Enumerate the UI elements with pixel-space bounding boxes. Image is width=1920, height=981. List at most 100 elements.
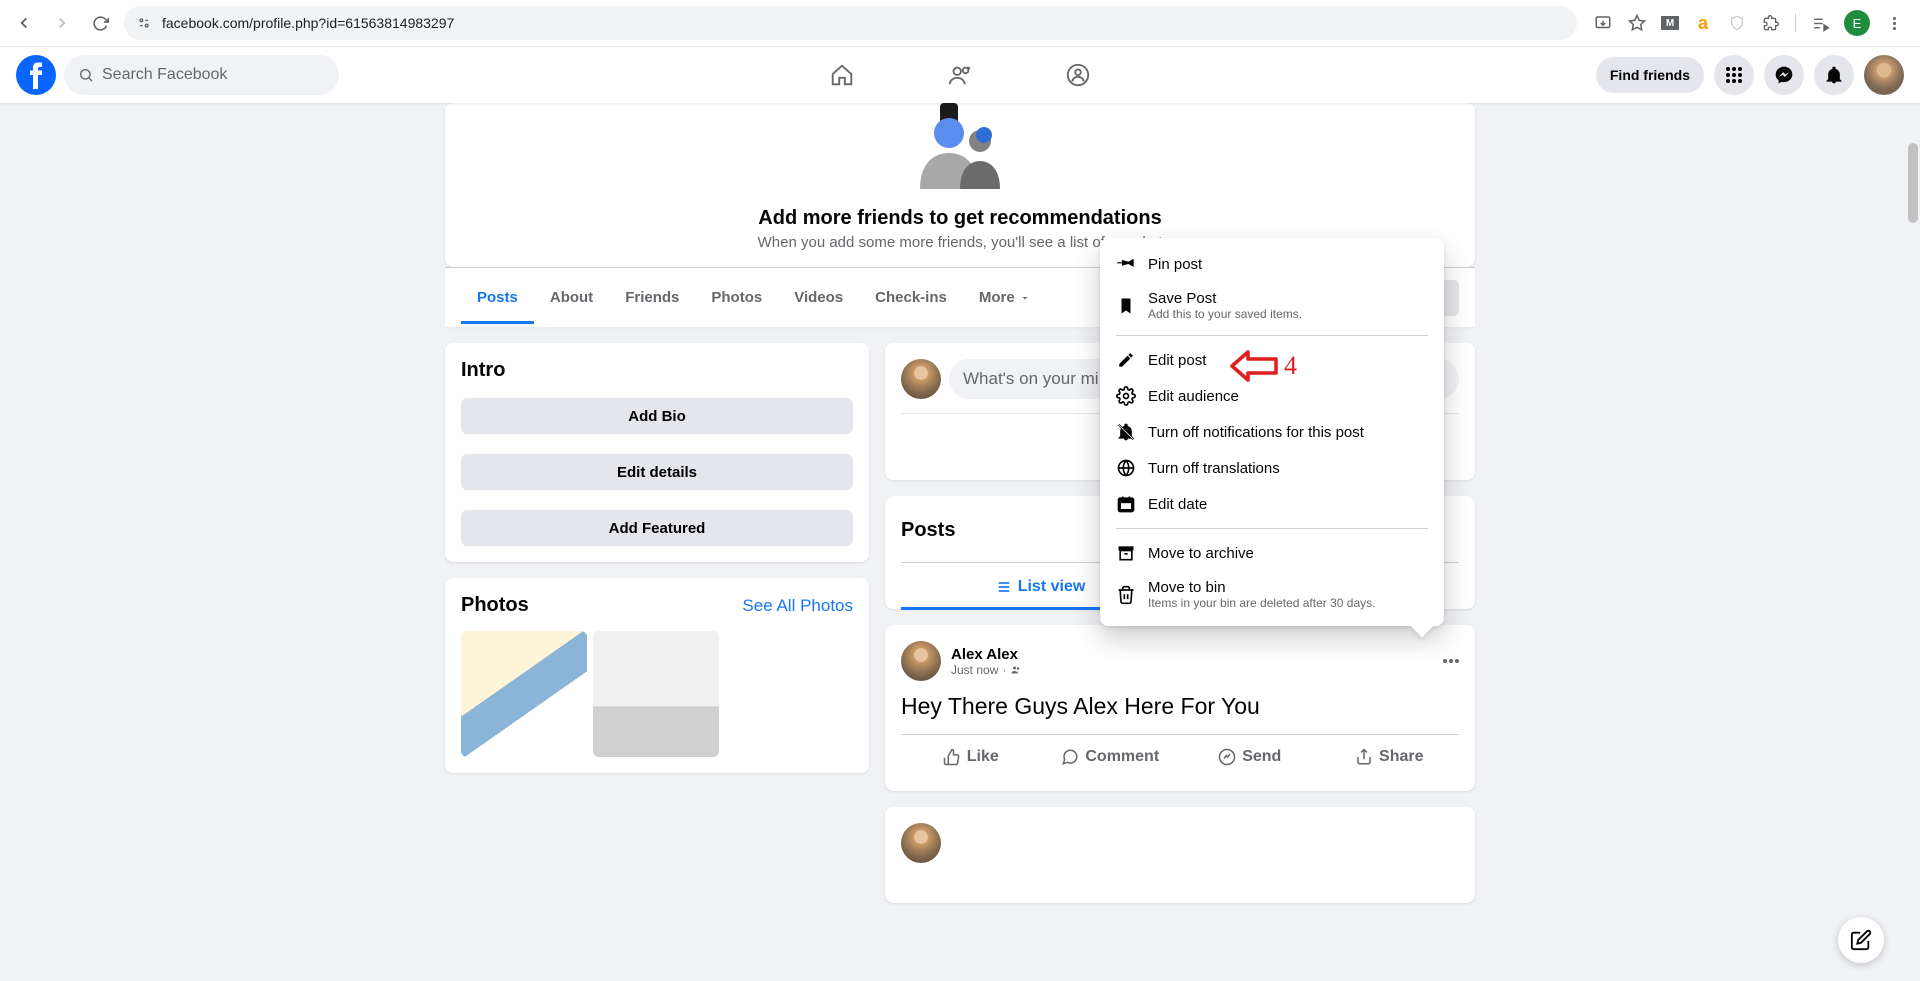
site-settings-icon[interactable] [136,15,152,31]
notifications-button[interactable] [1814,55,1854,95]
scrollbar-thumb[interactable] [1908,143,1918,223]
tab-checkins[interactable]: Check-ins [859,271,963,324]
address-bar[interactable]: facebook.com/profile.php?id=615638149832… [124,6,1577,40]
post-author[interactable]: Alex Alex [951,646,1022,663]
install-pwa-icon[interactable] [1593,13,1613,33]
menu-edit-audience[interactable]: Edit audience [1108,378,1436,414]
chrome-profile[interactable]: E [1844,10,1870,36]
post-context-menu: Pin post Save PostAdd this to your saved… [1100,238,1444,626]
post-body: Hey There Guys Alex Here For You [901,693,1459,720]
add-featured-button[interactable]: Add Featured [461,510,853,546]
intro-card: Intro Add Bio Edit details Add Featured [445,343,869,562]
compose-fab[interactable] [1838,917,1884,963]
bookmark-star-icon[interactable] [1627,13,1647,33]
share-icon [1355,748,1373,766]
menu-turn-off-notifications[interactable]: Turn off notifications for this post [1108,414,1436,450]
shield-ext-icon[interactable] [1727,13,1747,33]
find-friends-button[interactable]: Find friends [1596,57,1704,93]
header-right: Find friends [1596,55,1904,95]
search-placeholder: Search Facebook [102,66,227,84]
extension-icons: M a E [1587,10,1910,36]
globe-icon [1116,458,1136,478]
extensions-icon[interactable] [1761,13,1781,33]
comment-icon [1061,748,1079,766]
gmail-ext-icon[interactable]: M [1661,16,1679,30]
trash-icon [1116,585,1136,605]
search-input[interactable]: Search Facebook [64,55,339,95]
back-button[interactable] [10,9,38,37]
posts-title: Posts [901,519,955,542]
composer-avatar[interactable] [901,359,941,399]
intro-title: Intro [461,359,853,382]
friends-icon [947,62,973,88]
friends-tab[interactable] [905,47,1015,103]
tab-photos[interactable]: Photos [695,271,778,324]
post-avatar[interactable] [901,823,941,863]
menu-move-archive[interactable]: Move to archive [1108,535,1436,571]
messenger-button[interactable] [1764,55,1804,95]
photos-card: Photos See All Photos [445,578,869,773]
see-all-photos-link[interactable]: See All Photos [742,596,853,616]
forward-button[interactable] [48,9,76,37]
post-card-next [885,807,1475,903]
scrollbar[interactable] [1908,103,1918,981]
center-nav [787,47,1133,103]
like-button[interactable]: Like [901,739,1041,775]
caret-down-icon [1019,292,1031,304]
bell-icon [1824,65,1844,85]
post-meta: Just now · [951,663,1022,677]
reload-button[interactable] [86,9,114,37]
recommendation-title: Add more friends to get recommendations [461,207,1459,230]
tab-posts[interactable]: Posts [461,271,534,324]
tab-friends[interactable]: Friends [609,271,695,324]
groups-tab[interactable] [1023,47,1133,103]
messenger-icon [1774,65,1794,85]
calendar-icon [1116,494,1136,514]
audience-icon[interactable] [1010,664,1022,676]
facebook-header: Search Facebook Find friends [0,47,1920,103]
browser-toolbar: facebook.com/profile.php?id=615638149832… [0,0,1920,47]
playlist-icon[interactable] [1810,13,1830,33]
menu-move-bin[interactable]: Move to binItems in your bin are deleted… [1108,571,1436,618]
share-button[interactable]: Share [1320,739,1460,775]
post-time[interactable]: Just now [951,663,998,677]
bell-off-icon [1116,422,1136,442]
grid-icon [1724,65,1744,85]
add-bio-button[interactable]: Add Bio [461,398,853,434]
send-button[interactable]: Send [1180,739,1320,775]
profile-avatar[interactable] [1864,55,1904,95]
menu-divider [1116,528,1428,529]
chrome-menu[interactable] [1884,13,1904,33]
menu-pin-post[interactable]: Pin post [1108,246,1436,282]
post-more-button[interactable] [1443,659,1459,663]
tab-more[interactable]: More [963,271,1047,324]
photos-grid [461,631,853,757]
gear-icon [1116,386,1136,406]
edit-details-button[interactable]: Edit details [461,454,853,490]
groups-icon [1065,62,1091,88]
tab-videos[interactable]: Videos [778,271,859,324]
pin-icon [1116,254,1136,274]
menu-grid-button[interactable] [1714,55,1754,95]
menu-divider [1116,335,1428,336]
photo-thumbnail[interactable] [461,631,587,757]
people-illustration [461,103,1459,189]
pencil-icon [1116,350,1136,370]
home-tab[interactable] [787,47,897,103]
home-icon [829,62,855,88]
archive-icon [1116,543,1136,563]
bookmark-icon [1116,296,1136,316]
post-avatar[interactable] [901,641,941,681]
facebook-logo[interactable] [16,55,56,95]
amazon-ext-icon[interactable]: a [1693,13,1713,33]
list-icon [996,579,1012,595]
comment-button[interactable]: Comment [1041,739,1181,775]
photo-thumbnail[interactable] [593,631,719,757]
menu-save-post[interactable]: Save PostAdd this to your saved items. [1108,282,1436,329]
photos-title: Photos [461,594,529,617]
tab-about[interactable]: About [534,271,609,324]
menu-edit-post[interactable]: Edit post [1108,342,1436,378]
menu-edit-date[interactable]: Edit date [1108,486,1436,522]
like-icon [943,748,961,766]
menu-turn-off-translations[interactable]: Turn off translations [1108,450,1436,486]
